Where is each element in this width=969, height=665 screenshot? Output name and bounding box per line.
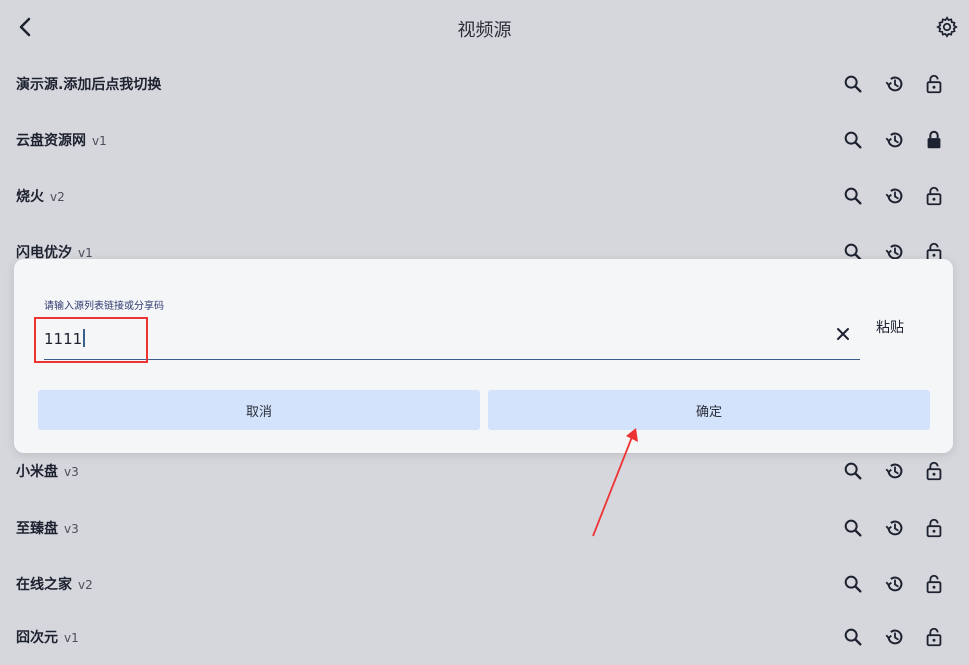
cancel-button[interactable]: 取消 (38, 390, 480, 430)
search-icon[interactable] (842, 517, 864, 539)
unlocked-icon[interactable] (923, 73, 945, 95)
close-icon (837, 328, 849, 340)
unlocked-icon[interactable] (923, 517, 945, 539)
source-version: v3 (64, 522, 79, 536)
source-version: v1 (92, 134, 107, 148)
history-icon[interactable] (884, 73, 906, 95)
confirm-button[interactable]: 确定 (488, 390, 930, 430)
source-version: v2 (50, 190, 65, 204)
history-icon[interactable] (884, 517, 906, 539)
source-row[interactable]: 云盘资源网 v1 (0, 112, 969, 168)
search-icon[interactable] (842, 129, 864, 151)
unlocked-icon[interactable] (923, 573, 945, 595)
source-name: 小米盘 v3 (16, 464, 79, 480)
source-url-input[interactable]: 1111 (44, 317, 860, 360)
history-icon[interactable] (884, 460, 906, 482)
settings-button[interactable] (934, 14, 960, 40)
add-source-dialog: 请输入源列表链接或分享码 1111 粘贴 取消 确定 (14, 259, 953, 453)
source-row[interactable]: 演示源.添加后点我切换 (0, 56, 969, 112)
unlocked-icon[interactable] (923, 460, 945, 482)
history-icon[interactable] (884, 573, 906, 595)
search-icon[interactable] (842, 185, 864, 207)
top-bar: 视频源 (0, 0, 969, 58)
source-version: v1 (78, 246, 93, 260)
source-name: 至臻盘 v3 (16, 521, 79, 537)
source-name: 囧次元 v1 (16, 630, 79, 646)
highlight-box (34, 317, 148, 363)
history-icon[interactable] (884, 129, 906, 151)
source-version: v3 (64, 465, 79, 479)
locked-icon[interactable] (923, 129, 945, 151)
input-label: 请输入源列表链接或分享码 (44, 301, 164, 312)
paste-button[interactable]: 粘贴 (876, 317, 904, 337)
source-row[interactable]: 烧火 v2 (0, 168, 969, 224)
source-name: 云盘资源网 v1 (16, 133, 107, 149)
source-row[interactable]: 至臻盘 v3 (0, 500, 969, 556)
search-icon[interactable] (842, 460, 864, 482)
page-title: 视频源 (457, 20, 512, 41)
unlocked-icon[interactable] (923, 626, 945, 648)
history-icon[interactable] (884, 626, 906, 648)
search-icon[interactable] (842, 626, 864, 648)
source-version: v1 (64, 631, 79, 645)
clear-button[interactable] (832, 323, 854, 345)
source-name: 演示源.添加后点我切换 (16, 77, 162, 93)
search-icon[interactable] (842, 573, 864, 595)
search-icon[interactable] (842, 73, 864, 95)
gear-icon (936, 16, 958, 38)
source-name: 在线之家 v2 (16, 577, 93, 593)
history-icon[interactable] (884, 185, 906, 207)
source-name: 烧火 v2 (16, 189, 65, 205)
source-row[interactable]: 在线之家 v2 (0, 556, 969, 612)
unlocked-icon[interactable] (923, 185, 945, 207)
source-row[interactable]: 囧次元 v1 (0, 609, 969, 665)
source-version: v2 (78, 578, 93, 592)
